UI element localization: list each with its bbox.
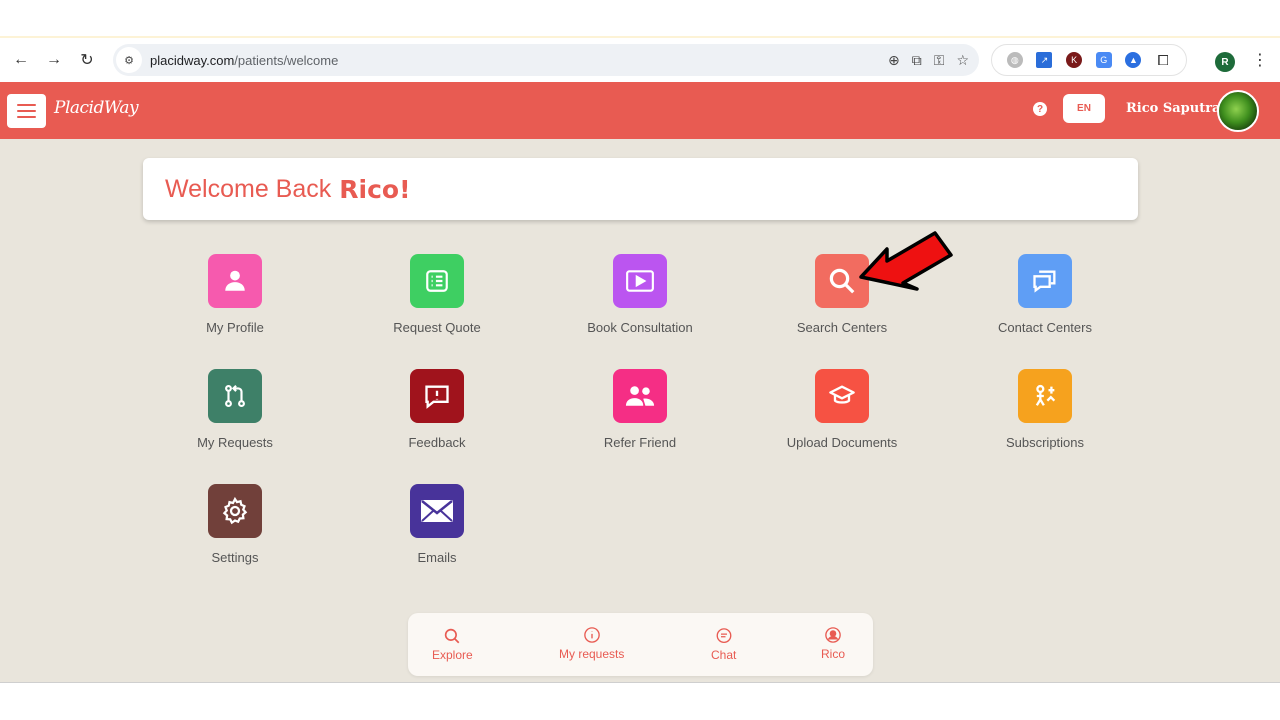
tile-label: Book Consultation [587,320,693,335]
tile-label: Contact Centers [998,320,1092,335]
search-icon [445,628,460,644]
tile-label: Feedback [408,435,466,450]
tile-my-requests[interactable]: My Requests [150,369,320,465]
bottom-nav-rico[interactable]: Rico [821,626,845,661]
bookmark-star-icon[interactable]: ☆ [956,52,969,69]
url-text[interactable]: placidway.com/patients/welcome [150,53,338,68]
chart-icon[interactable]: ↗ [1036,52,1053,68]
gear-icon [208,484,262,538]
tile-request-quote[interactable]: Request Quote [352,254,522,350]
annotation-arrow-icon [859,231,953,291]
bottom-nav-explore[interactable]: Explore [432,627,473,662]
bottom-nav-my-requests[interactable]: My requests [559,626,624,661]
user-name[interactable]: Rico Saputra [1126,101,1221,116]
back-icon[interactable]: ← [9,48,33,72]
language-button[interactable]: EN [1063,94,1105,123]
welcome-prefix: Welcome Back [165,174,332,203]
tile-label: Settings [211,550,259,565]
user-circle-icon [825,627,841,643]
tile-label: My Profile [206,320,264,335]
tile-emails[interactable]: Emails [352,484,522,580]
url-path: /patients/welcome [234,52,339,68]
alert-message-icon [410,369,464,423]
install-app-icon[interactable]: ⧉ [912,52,922,69]
tile-upload-documents[interactable]: Upload Documents [757,369,927,465]
tile-feedback[interactable]: Feedback [352,369,522,465]
bottom-nav: Explore My requests Chat Rico [408,613,873,676]
url-domain: placidway.com [150,52,235,68]
omnibox-actions: ⊕ ⧉ ⚿ ☆ [888,44,969,76]
bottom-nav-label: Chat [711,648,737,662]
info-icon [583,627,600,643]
welcome-card: Welcome Back Rico! [143,158,1138,220]
tile-contact-centers[interactable]: Contact Centers [960,254,1130,350]
tile-settings[interactable]: Settings [150,484,320,580]
help-icon[interactable]: ? [1033,102,1047,116]
tile-label: My Requests [197,435,273,450]
bottom-nav-label: Explore [432,648,473,662]
tile-label: Refer Friend [603,435,677,450]
tile-label: Request Quote [393,320,481,335]
translate-icon[interactable]: G [1095,52,1112,68]
users-icon [613,369,667,423]
chat-bubble-icon [716,628,732,644]
bottom-nav-chat[interactable]: Chat [711,627,736,662]
bottom-nav-label: Rico [821,647,846,661]
tile-refer-friend[interactable]: Refer Friend [555,369,725,465]
play-icon [613,254,667,308]
chat-icon [1018,254,1072,308]
tile-label: Emails [417,550,457,565]
puzzle-icon[interactable]: ⧠ [1155,52,1171,68]
git-pull-icon [208,369,262,423]
brand-logo[interactable]: PlacidWay [54,98,139,118]
globe-icon[interactable]: ◍ [1006,52,1023,68]
tile-my-profile[interactable]: My Profile [150,254,320,350]
password-key-icon[interactable]: ⚿ [934,52,945,69]
tile-book-consultation[interactable]: Book Consultation [555,254,725,350]
tile-label: Search Centers [796,320,888,335]
tile-label: Subscriptions [1005,435,1085,450]
bottom-nav-label: My requests [559,647,625,661]
user-avatar[interactable] [1217,90,1259,132]
browser-toolbar: ← → ↻ ⚙ placidway.com/patients/welcome ⊕… [0,36,1280,82]
hamburger-menu-icon[interactable] [7,94,46,128]
extensions-bar: ◍ ↗ K G ▲ ⧠ [991,44,1187,76]
list-icon [410,254,464,308]
graduation-cap-icon [815,369,869,423]
envelope-icon [410,484,464,538]
kebab-menu-icon[interactable]: ⋮ [1252,50,1268,70]
page-bottom-strip [0,682,1280,720]
forward-icon[interactable]: → [42,48,66,72]
tile-label: Upload Documents [786,435,898,450]
reload-icon[interactable]: ↻ [75,48,99,72]
k-icon[interactable]: K [1066,52,1083,68]
address-bar[interactable]: ⚙ placidway.com/patients/welcome ⊕ ⧉ ⚿ ☆ [113,44,979,76]
subscription-icon [1018,369,1072,423]
tile-subscriptions[interactable]: Subscriptions [960,369,1130,465]
vpn-icon[interactable]: ▲ [1125,52,1142,68]
zoom-icon[interactable]: ⊕ [888,52,900,69]
screen: ← → ↻ ⚙ placidway.com/patients/welcome ⊕… [0,0,1280,720]
welcome-name: Rico! [339,174,411,204]
profile-avatar-icon[interactable]: R [1215,52,1235,72]
site-info-icon[interactable]: ⚙ [116,47,142,73]
user-icon [208,254,262,308]
